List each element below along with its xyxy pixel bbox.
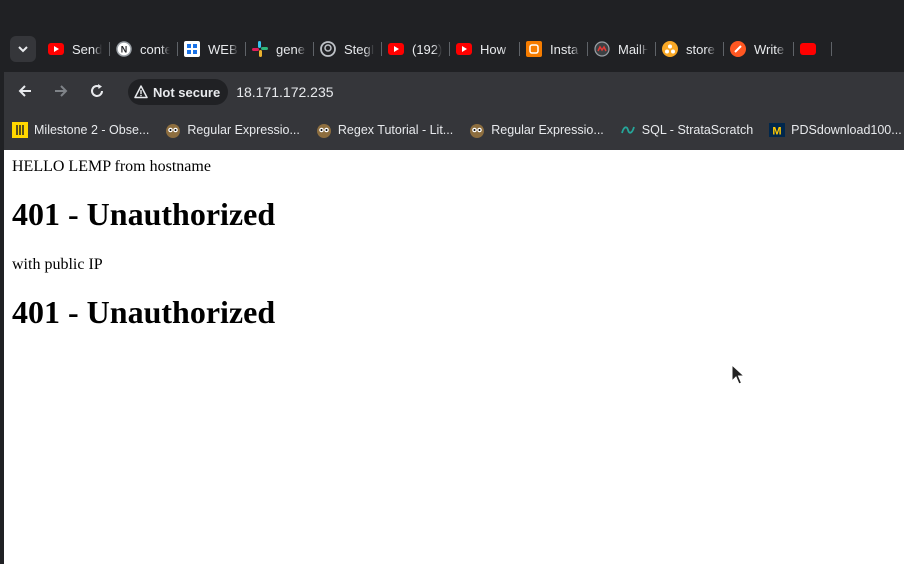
bookmark-label: PDSdownload100... [791,123,902,137]
blue-grid-icon [184,41,200,57]
security-label: Not secure [153,84,221,100]
public-ip-text: with public IP [12,256,103,273]
security-chip[interactable]: Not secure [128,79,229,105]
owl-icon [469,122,485,138]
tab-192[interactable]: (192) [382,30,450,68]
tab-web[interactable]: WEB [178,30,246,68]
tab-title: gener [276,41,306,57]
tab-conte[interactable]: N conte [110,30,178,68]
reload-icon [91,84,103,97]
tab-search-button[interactable] [10,36,36,62]
browser-toolbar: Not secure 18.171.172.235 [4,72,904,110]
stratascratch-icon [620,122,636,138]
mouse-cursor-icon [731,364,745,385]
tab-title: StegI [344,41,374,57]
tab-stegi[interactable]: StegI [314,30,382,68]
page-heading-1: 401 - Unauthorized [12,196,276,232]
hello-text: HELLO LEMP from hostname [12,158,211,175]
reload-button[interactable] [82,76,112,106]
youtube-icon [388,41,404,57]
tab-insta[interactable]: Insta [520,30,588,68]
yellow-bookmark-icon [12,122,28,138]
tab-how[interactable]: How [450,30,520,68]
tab-title: Insta [550,41,579,57]
tab-title: MailH [618,41,648,57]
tab-write[interactable]: Write [724,30,794,68]
bookmark-regex-tutorial[interactable]: Regex Tutorial - Lit... [308,116,461,144]
bookmarks-bar: Milestone 2 - Obse... Regular Expressio.… [4,110,904,150]
michigan-m-icon: M [769,122,786,138]
orange-app-icon [526,41,542,57]
bookmark-label: Regular Expressio... [187,123,300,137]
back-button[interactable] [10,76,40,106]
mail-icon [594,41,610,57]
arrow-right-icon [55,85,68,97]
github-icon [320,41,336,57]
bookmark-pdsdownload[interactable]: M PDSdownload100... [761,116,904,144]
page-content: HELLO LEMP from hostname 401 - Unauthori… [4,150,904,564]
warning-icon [134,85,148,99]
owl-icon [316,122,332,138]
youtube-icon [800,41,816,57]
tab-overflow[interactable] [794,30,832,68]
tab-title: Send [72,41,102,57]
bookmark-sql[interactable]: SQL - StrataScratch [612,116,761,144]
tab-mailh[interactable]: MailH [588,30,656,68]
url-text[interactable]: 18.171.172.235 [236,84,333,100]
bookmark-label: SQL - StrataScratch [641,123,754,137]
tab-title: WEB [208,41,238,57]
forward-button[interactable] [46,76,76,106]
notion-n-icon: N [116,41,132,57]
arrow-left-icon [18,85,31,97]
bookmark-label: Milestone 2 - Obse... [34,123,150,137]
svg-text:N: N [121,45,128,55]
tab-title: How [480,41,507,57]
bookmark-milestone[interactable]: Milestone 2 - Obse... [4,116,157,144]
window-title-strip [0,0,904,30]
tab-title: conte [140,41,170,57]
youtube-icon [456,41,472,57]
owl-icon [165,122,181,138]
address-bar[interactable]: Not secure 18.171.172.235 [128,76,904,108]
tab-title: store [686,41,715,57]
page-heading-2: 401 - Unauthorized [12,294,276,330]
tab-store[interactable]: store [656,30,724,68]
tab-title: Write [754,41,785,57]
orange-pen-icon [730,41,746,57]
bookmark-regex-1[interactable]: Regular Expressio... [157,116,308,144]
bookmark-regex-2[interactable]: Regular Expressio... [461,116,612,144]
youtube-icon [48,41,64,57]
bookmark-label: Regex Tutorial - Lit... [337,123,454,137]
svg-text:M: M [773,126,782,138]
tab-send[interactable]: Send [42,30,110,68]
chevron-down-icon [18,46,28,53]
tab-gener[interactable]: gener [246,30,314,68]
slack-icon [252,41,268,57]
bookmark-label: Regular Expressio... [491,123,604,137]
tab-strip: Send N conte WEB gener StegI (192) How I… [4,30,904,68]
orange-circle-icon [662,41,678,57]
tab-title: (192) [412,41,442,57]
